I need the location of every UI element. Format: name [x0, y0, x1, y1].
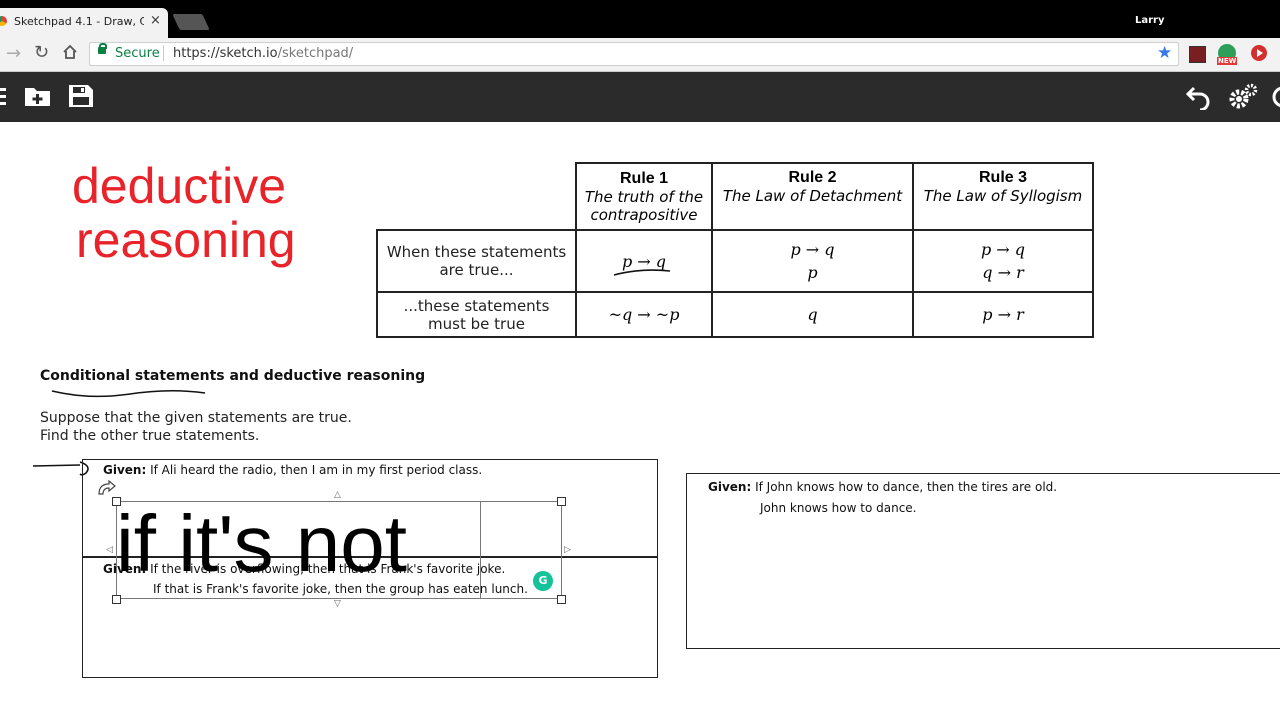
row-label-line: When these statements: [386, 243, 567, 261]
app-toolbar: [0, 72, 1280, 122]
given-text: If John knows how to dance, then the tir…: [755, 480, 1058, 494]
rule2-header: Rule 2 The Law of Detachment: [711, 162, 914, 231]
url-path: /sketchpad/: [277, 46, 354, 61]
row2-label: ...these statements must be true: [376, 291, 577, 338]
resize-handle-right[interactable]: ▷: [564, 545, 571, 555]
profile-name[interactable]: Larry: [1135, 15, 1165, 26]
given-text: If Ali heard the radio, then I am in my …: [150, 463, 483, 477]
reload-icon[interactable]: ↻: [34, 42, 49, 63]
rule-name: Rule 3: [978, 169, 1027, 186]
settings-gears-icon[interactable]: [1228, 83, 1258, 111]
selection-guide: [480, 501, 481, 599]
bookmark-star-icon[interactable]: ★: [1157, 43, 1172, 63]
film-extension-icon[interactable]: [1189, 46, 1206, 63]
tab-close-icon[interactable]: ×: [150, 13, 161, 28]
rule-description: The Law of Detachment: [722, 187, 903, 205]
premise-statement: q → r: [982, 263, 1024, 282]
undo-icon[interactable]: [1186, 84, 1212, 110]
rule2-premise: p → q p: [711, 229, 914, 293]
resize-handle-bottom-left[interactable]: [112, 595, 121, 604]
premise-statement: p: [807, 263, 818, 282]
url-text[interactable]: https://sketch.io/sketchpad/: [173, 46, 353, 61]
title-line-2: reasoning: [76, 212, 296, 268]
given-label: Given:: [103, 463, 147, 477]
play-icon: [1257, 49, 1263, 57]
instructions-line: Find the other true statements.: [40, 428, 260, 444]
resize-handle-top-left[interactable]: [112, 497, 121, 506]
new-badge: NEW: [1217, 57, 1238, 65]
url-separator: [163, 45, 164, 61]
section-heading: Conditional statements and deductive rea…: [40, 368, 426, 384]
underline-stroke: [51, 389, 206, 398]
rule1-premise: p → q: [575, 229, 713, 293]
resize-handle-bottom-right[interactable]: [557, 595, 566, 604]
rule-description: contrapositive: [590, 205, 698, 224]
conclusion-statement: p → r: [982, 305, 1024, 324]
resize-handle-top[interactable]: △: [334, 490, 341, 500]
resize-handle-left[interactable]: ◁: [106, 545, 113, 555]
rule3-premise: p → q q → r: [912, 229, 1094, 293]
rule3-header: Rule 3 The Law of Syllogism: [912, 162, 1094, 231]
rule-name: Rule 1: [619, 169, 668, 187]
row-label-line: are true...: [439, 261, 514, 279]
lock-icon: [98, 47, 106, 54]
rule2-conclusion: q: [711, 291, 914, 338]
rule3-conclusion: p → r: [912, 291, 1094, 338]
given-statement: Given: If Ali heard the radio, then I am…: [103, 463, 482, 477]
given-label: Given:: [708, 480, 752, 494]
selection-box[interactable]: [116, 501, 562, 599]
rule-name: Rule 2: [788, 169, 837, 186]
rule-description: The Law of Syllogism: [923, 187, 1083, 205]
instructions-line: Suppose that the given statements are tr…: [40, 410, 352, 426]
title-line-1: deductive: [72, 158, 287, 214]
menu-icon[interactable]: [0, 86, 8, 106]
given-text-line2: John knows how to dance.: [760, 501, 917, 515]
secure-label[interactable]: Secure: [115, 46, 160, 61]
given-statement: Given: If John knows how to dance, then …: [708, 480, 1057, 494]
grammarly-icon[interactable]: G: [533, 571, 553, 591]
forward-icon[interactable]: →: [6, 43, 21, 64]
url-host: https://sketch.io: [173, 46, 278, 61]
rules-table: Rule 1 The truth of the contrapositive R…: [376, 162, 1094, 338]
row-label-line: must be true: [428, 314, 525, 333]
rule1-header: Rule 1 The truth of the contrapositive: [575, 162, 713, 231]
exercise-box-right: [686, 473, 1280, 649]
rotate-handle-icon[interactable]: [95, 478, 119, 498]
conclusion-statement: q: [807, 305, 818, 324]
premise-statement: p → q: [980, 240, 1026, 259]
table-corner: [377, 163, 577, 231]
conclusion-statement: ~q → ~p: [608, 305, 680, 324]
new-folder-icon[interactable]: [24, 84, 52, 108]
arrow-stroke: [32, 461, 89, 476]
tab-title[interactable]: Sketchpad 4.1 - Draw, Create: [14, 15, 144, 28]
rule-description: The truth of the: [584, 187, 704, 206]
help-icon[interactable]: [1272, 86, 1280, 108]
home-icon[interactable]: [62, 44, 78, 60]
row1-label: When these statements are true...: [376, 229, 577, 293]
save-icon[interactable]: [68, 84, 94, 108]
resize-handle-top-right[interactable]: [557, 497, 566, 506]
premise-statement: p → q: [790, 240, 835, 259]
rule1-conclusion: ~q → ~p: [575, 291, 713, 338]
premise-statement: p → q: [621, 251, 667, 271]
row-label-line: ...these statements: [403, 296, 550, 315]
resize-handle-bottom[interactable]: ▽: [334, 599, 341, 609]
